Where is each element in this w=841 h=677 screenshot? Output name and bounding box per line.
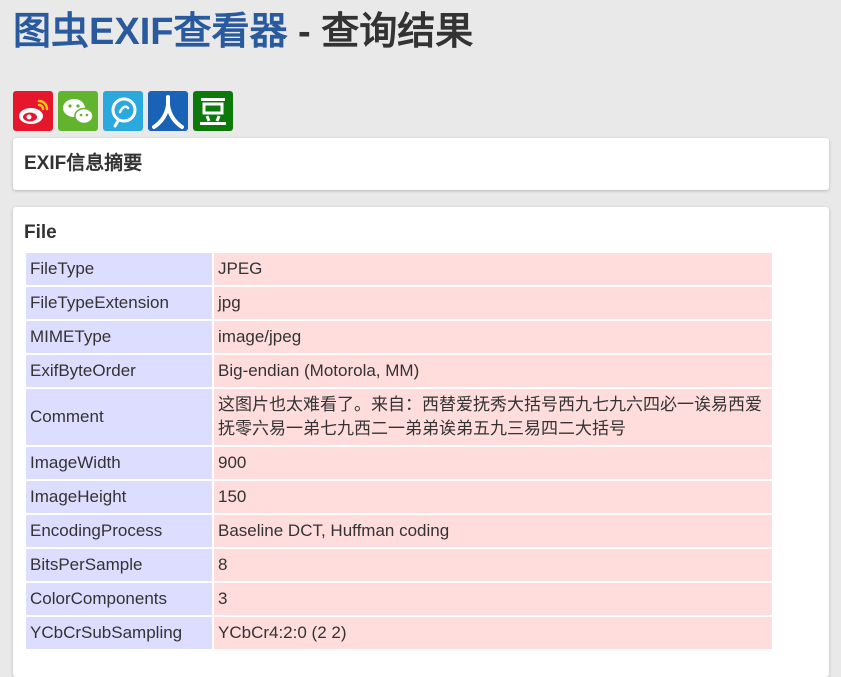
table-row: ImageHeight 150	[26, 481, 772, 513]
exif-key: FileTypeExtension	[26, 287, 212, 319]
file-section-card: File FileType JPEG FileTypeExtension jpg…	[13, 207, 829, 677]
table-row: ExifByteOrder Big-endian (Motorola, MM)	[26, 355, 772, 387]
share-bar	[13, 91, 233, 131]
exif-summary-card: EXIF信息摘要	[13, 138, 829, 190]
table-row: MIMEType image/jpeg	[26, 321, 772, 353]
exif-key: MIMEType	[26, 321, 212, 353]
exif-value: Baseline DCT, Huffman coding	[214, 515, 772, 547]
exif-value: 3	[214, 583, 772, 615]
exif-key: BitsPerSample	[26, 549, 212, 581]
file-section-title: File	[24, 222, 57, 243]
table-row: ImageWidth 900	[26, 447, 772, 479]
exif-value: image/jpeg	[214, 321, 772, 353]
exif-key: FileType	[26, 253, 212, 285]
exif-key: ImageWidth	[26, 447, 212, 479]
exif-value: 这图片也太难看了。来自：西替爱抚秀大括号西九七九六四必一诶易西爱抚零六易一弟七九…	[214, 389, 772, 445]
wechat-icon[interactable]	[58, 91, 98, 131]
exif-key: YCbCrSubSampling	[26, 617, 212, 649]
exif-value: 8	[214, 549, 772, 581]
table-row: EncodingProcess Baseline DCT, Huffman co…	[26, 515, 772, 547]
table-row: FileTypeExtension jpg	[26, 287, 772, 319]
exif-value: jpg	[214, 287, 772, 319]
table-row: Comment 这图片也太难看了。来自：西替爱抚秀大括号西九七九六四必一诶易西爱…	[26, 389, 772, 445]
exif-value: Big-endian (Motorola, MM)	[214, 355, 772, 387]
douban-icon[interactable]	[193, 91, 233, 131]
exif-value: 150	[214, 481, 772, 513]
exif-summary-title: EXIF信息摘要	[24, 153, 143, 174]
exif-value: JPEG	[214, 253, 772, 285]
page-title-suffix: - 查询结果	[287, 11, 474, 53]
exif-value: 900	[214, 447, 772, 479]
table-row: YCbCrSubSampling YCbCr4:2:0 (2 2)	[26, 617, 772, 649]
page-title-brand: 图虫EXIF查看器	[13, 11, 288, 53]
exif-key: ColorComponents	[26, 583, 212, 615]
exif-key: Comment	[26, 389, 212, 445]
qzone-icon[interactable]	[103, 91, 143, 131]
exif-table: FileType JPEG FileTypeExtension jpg MIME…	[24, 251, 774, 651]
exif-key: EncodingProcess	[26, 515, 212, 547]
exif-value: YCbCr4:2:0 (2 2)	[214, 617, 772, 649]
exif-key: ImageHeight	[26, 481, 212, 513]
table-row: BitsPerSample 8	[26, 549, 772, 581]
exif-key: ExifByteOrder	[26, 355, 212, 387]
page-title: 图虫EXIF查看器 - 查询结果	[13, 6, 473, 58]
renren-icon[interactable]	[148, 91, 188, 131]
table-row: ColorComponents 3	[26, 583, 772, 615]
weibo-icon[interactable]	[13, 91, 53, 131]
table-row: FileType JPEG	[26, 253, 772, 285]
